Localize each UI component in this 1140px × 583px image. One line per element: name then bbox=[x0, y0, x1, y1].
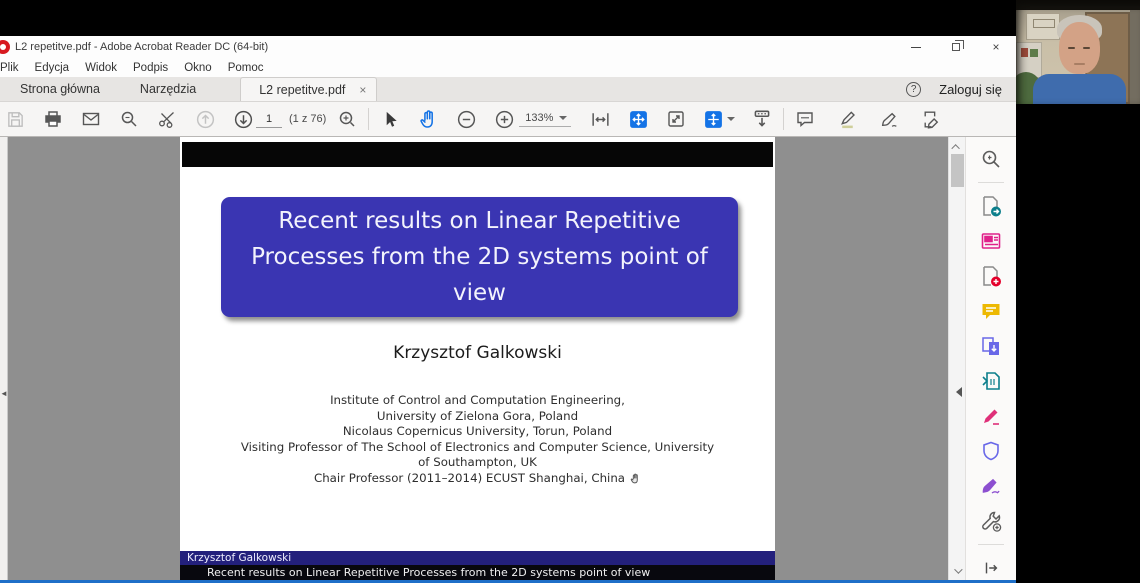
minimize-button[interactable] bbox=[896, 36, 936, 58]
screen: L2 repetitve.pdf - Adobe Acrobat Reader … bbox=[0, 0, 1140, 583]
page-number-input[interactable] bbox=[256, 111, 282, 128]
hand-cursor-icon bbox=[629, 472, 641, 490]
window-title: L2 repetitve.pdf - Adobe Acrobat Reader … bbox=[15, 41, 268, 53]
affiliation-line: Institute of Control and Computation Eng… bbox=[180, 393, 775, 409]
export-pdf-icon[interactable] bbox=[979, 194, 1003, 218]
menu-okno[interactable]: Okno bbox=[176, 62, 220, 74]
left-panel-strip[interactable] bbox=[0, 137, 8, 580]
restore-button[interactable] bbox=[936, 36, 976, 58]
page-count-label: (1 z 76) bbox=[289, 113, 326, 125]
fit-width-icon[interactable] bbox=[589, 108, 611, 130]
affiliation-line: University of Zielona Gora, Poland bbox=[180, 409, 775, 425]
affiliation-line: of Southampton, UK bbox=[180, 455, 775, 471]
slide-author: Krzysztof Galkowski bbox=[180, 343, 775, 363]
chevron-down-icon bbox=[727, 117, 735, 121]
comment-icon[interactable] bbox=[794, 108, 816, 130]
zoom-level-value: 133% bbox=[525, 112, 553, 124]
slide-title-line: Recent results on Linear Repetitive bbox=[221, 203, 738, 239]
select-tool-icon[interactable] bbox=[379, 108, 401, 130]
tab-home[interactable]: Strona główna bbox=[0, 77, 120, 101]
menu-bar: Plik Edycja Widok Podpis Okno Pomoc bbox=[0, 58, 1016, 77]
expand-panel-icon[interactable] bbox=[979, 556, 1003, 580]
affiliation-line: Nicolaus Copernicus University, Torun, P… bbox=[180, 424, 775, 440]
highlight-icon[interactable] bbox=[836, 108, 858, 130]
menu-edycja[interactable]: Edycja bbox=[27, 62, 78, 74]
more-tools-icon[interactable] bbox=[979, 509, 1003, 533]
sign-in-link[interactable]: Zaloguj się bbox=[939, 82, 1002, 97]
tab-close-icon[interactable]: × bbox=[359, 83, 366, 97]
sidebar-collapse-icon[interactable] bbox=[956, 387, 962, 397]
slide-title-line: view bbox=[221, 275, 738, 311]
previous-page-icon[interactable] bbox=[194, 108, 216, 130]
pdf-page: Recent results on Linear Repetitive Proc… bbox=[180, 137, 775, 580]
menu-plik[interactable]: Plik bbox=[0, 62, 27, 74]
combine-files-icon[interactable] bbox=[979, 334, 1003, 358]
help-icon[interactable]: ? bbox=[906, 82, 921, 97]
left-panel-collapse-icon[interactable]: ◄ bbox=[0, 389, 8, 398]
scrollbar-thumb[interactable] bbox=[951, 154, 964, 187]
window-controls: × bbox=[896, 36, 1016, 58]
marquee-zoom-icon[interactable] bbox=[336, 108, 358, 130]
acrobat-window: L2 repetitve.pdf - Adobe Acrobat Reader … bbox=[0, 36, 1016, 583]
fullscreen-icon[interactable] bbox=[665, 108, 687, 130]
tools-sidebar bbox=[965, 137, 1016, 580]
webcam-overlay bbox=[1016, 0, 1140, 104]
menu-widok[interactable]: Widok bbox=[77, 62, 125, 74]
edit-pdf-icon[interactable] bbox=[979, 229, 1003, 253]
slide-affiliations: Institute of Control and Computation Eng… bbox=[180, 393, 775, 490]
certificates-icon[interactable] bbox=[979, 474, 1003, 498]
protect-pdf-icon[interactable] bbox=[979, 439, 1003, 463]
zoom-out-icon[interactable] bbox=[455, 108, 477, 130]
page-display-icon[interactable] bbox=[703, 108, 735, 130]
affiliation-line: Chair Professor (2011–2014) ECUST Shangh… bbox=[180, 471, 775, 490]
fit-page-icon[interactable] bbox=[627, 108, 649, 130]
acrobat-app-icon bbox=[0, 40, 10, 54]
hand-tool-icon[interactable] bbox=[417, 108, 439, 130]
title-bar: L2 repetitve.pdf - Adobe Acrobat Reader … bbox=[0, 36, 1016, 58]
fill-and-sign-icon[interactable] bbox=[920, 108, 942, 130]
compress-pdf-icon[interactable] bbox=[979, 369, 1003, 393]
close-button[interactable]: × bbox=[976, 36, 1016, 58]
zoom-level-dropdown[interactable]: 133% bbox=[519, 111, 571, 127]
slide-top-black-bar bbox=[182, 142, 773, 167]
search-tools-icon[interactable] bbox=[979, 147, 1003, 171]
vertical-scrollbar[interactable] bbox=[948, 137, 965, 580]
slide-footer-author-bar: Krzysztof Galkowski bbox=[180, 551, 775, 565]
scrolling-mode-icon[interactable] bbox=[751, 108, 773, 130]
search-icon[interactable] bbox=[118, 108, 140, 130]
chevron-down-icon bbox=[559, 116, 567, 120]
menu-podpis[interactable]: Podpis bbox=[125, 62, 176, 74]
next-page-icon[interactable] bbox=[232, 108, 254, 130]
email-icon[interactable] bbox=[80, 108, 102, 130]
zoom-in-icon[interactable] bbox=[493, 108, 515, 130]
save-icon[interactable] bbox=[4, 108, 26, 130]
scroll-up-button[interactable] bbox=[949, 139, 965, 154]
comment-tool-icon[interactable] bbox=[979, 299, 1003, 323]
snapshot-icon[interactable] bbox=[156, 108, 178, 130]
tab-document-label: L2 repetitve.pdf bbox=[259, 83, 345, 97]
slide-title-line: Processes from the 2D systems point of bbox=[221, 239, 738, 275]
document-area[interactable]: ◄ Recent results on Linear Repetitive Pr… bbox=[0, 137, 965, 580]
tab-tools[interactable]: Narzędzia bbox=[120, 77, 216, 101]
menu-pomoc[interactable]: Pomoc bbox=[220, 62, 272, 74]
print-icon[interactable] bbox=[42, 108, 64, 130]
slide-title-box: Recent results on Linear Repetitive Proc… bbox=[221, 197, 738, 317]
sign-icon[interactable] bbox=[878, 108, 900, 130]
fill-sign-tool-icon[interactable] bbox=[979, 404, 1003, 428]
main-toolbar: (1 z 76) 133% bbox=[0, 102, 1016, 137]
tab-document[interactable]: L2 repetitve.pdf × bbox=[240, 77, 377, 101]
scroll-down-button[interactable] bbox=[949, 563, 965, 578]
create-pdf-icon[interactable] bbox=[979, 264, 1003, 288]
slide-footer-title-bar: Recent results on Linear Repetitive Proc… bbox=[180, 565, 775, 580]
tab-bar: Strona główna Narzędzia L2 repetitve.pdf… bbox=[0, 77, 1016, 102]
affiliation-line: Visiting Professor of The School of Elec… bbox=[180, 440, 775, 456]
